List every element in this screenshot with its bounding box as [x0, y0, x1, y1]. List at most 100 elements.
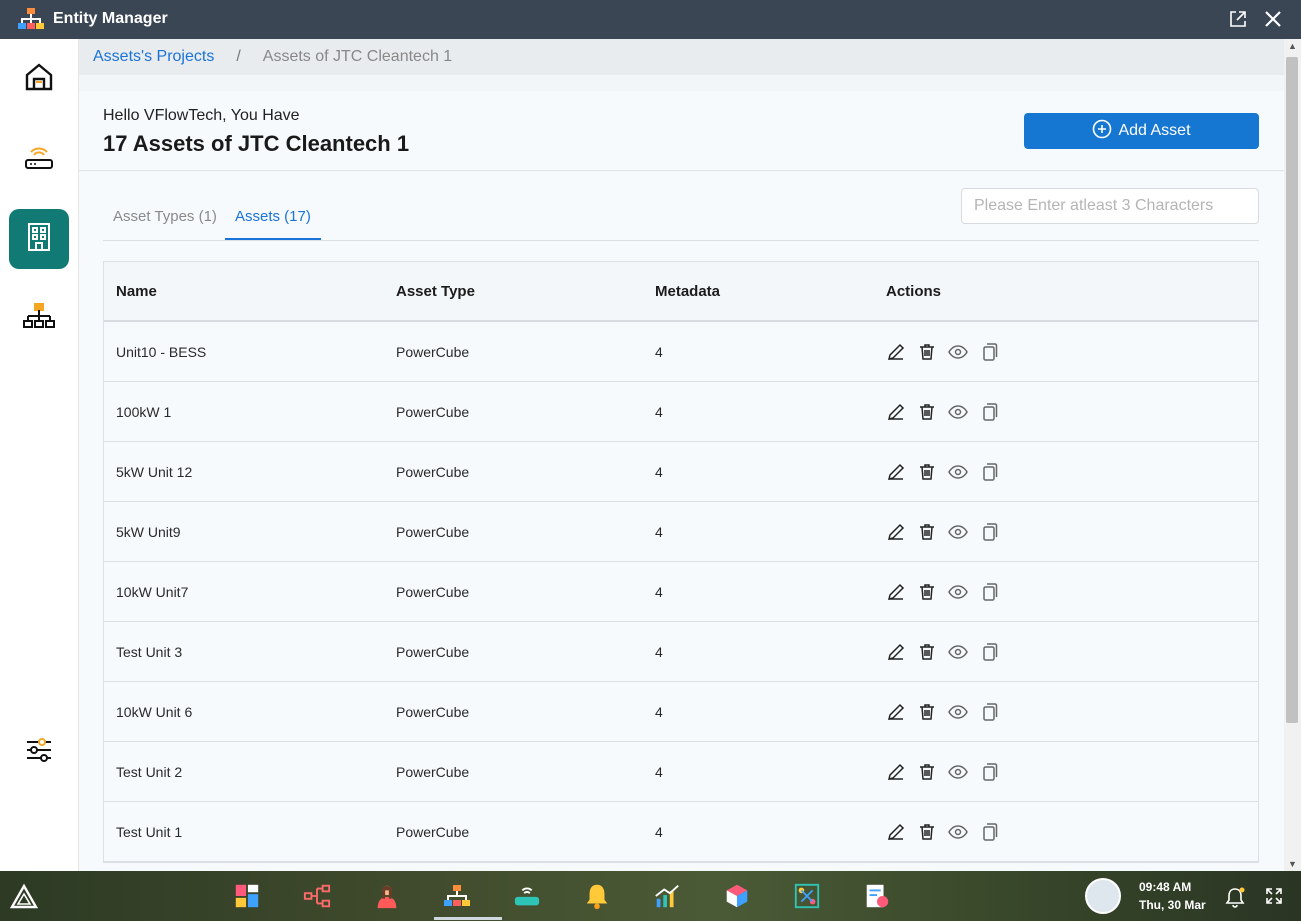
taskbar-date: Thu, 30 Mar [1139, 898, 1206, 912]
eye-icon[interactable] [948, 342, 968, 362]
eye-icon[interactable] [948, 762, 968, 782]
vertical-scrollbar[interactable]: ▲ ▼ [1284, 39, 1301, 871]
edit-icon[interactable] [886, 822, 906, 842]
assets-table: Name Asset Type Metadata Actions Unit10 … [103, 261, 1259, 863]
trash-icon[interactable] [917, 582, 937, 602]
cell-name: Test Unit 2 [116, 763, 183, 780]
copy-icon[interactable] [979, 522, 999, 542]
eye-icon[interactable] [948, 402, 968, 422]
edit-icon[interactable] [886, 342, 906, 362]
add-asset-label: Add Asset [1118, 122, 1191, 139]
eye-icon[interactable] [948, 642, 968, 662]
report-icon[interactable] [862, 881, 892, 911]
user-icon[interactable] [372, 881, 402, 911]
cell-name: Test Unit 3 [116, 643, 183, 660]
copy-icon[interactable] [979, 402, 999, 422]
table-row[interactable]: 10kW Unit 6 PowerCube 4 [104, 682, 1258, 742]
cube-icon[interactable] [722, 881, 752, 911]
eye-icon[interactable] [948, 702, 968, 722]
table-row[interactable]: Test Unit 1 PowerCube 4 [104, 802, 1258, 862]
trash-icon[interactable] [917, 522, 937, 542]
edit-icon[interactable] [886, 702, 906, 722]
add-asset-button[interactable]: Add Asset [1024, 113, 1259, 149]
trash-icon[interactable] [917, 822, 937, 842]
cell-name: Unit10 - BESS [116, 343, 207, 360]
notification-bell-icon[interactable] [1224, 886, 1246, 908]
search-input[interactable] [961, 188, 1259, 224]
cell-actions [886, 642, 999, 662]
scroll-down-icon[interactable]: ▼ [1288, 859, 1297, 869]
scroll-up-icon[interactable]: ▲ [1288, 41, 1297, 51]
page-title: 17 Assets of JTC Cleantech 1 [103, 131, 410, 156]
scroll-thumb[interactable] [1286, 57, 1298, 723]
sidebar-item-home[interactable] [9, 49, 69, 109]
sidebar-item-hierarchy[interactable] [9, 289, 69, 349]
copy-icon[interactable] [979, 762, 999, 782]
header-metadata[interactable]: Metadata [655, 283, 886, 300]
close-icon[interactable] [1263, 9, 1283, 29]
flow-icon[interactable] [302, 881, 332, 911]
device-icon[interactable] [512, 881, 542, 911]
cell-metadata: 4 [655, 343, 663, 360]
copy-icon[interactable] [979, 822, 999, 842]
greeting-text: Hello VFlowTech, You Have [103, 107, 300, 124]
alarm-icon[interactable] [582, 881, 612, 911]
header-name[interactable]: Name [104, 283, 396, 300]
home-icon [22, 60, 56, 99]
eye-icon[interactable] [948, 462, 968, 482]
trash-icon[interactable] [917, 702, 937, 722]
trash-icon[interactable] [917, 762, 937, 782]
table-row[interactable]: 5kW Unit9 PowerCube 4 [104, 502, 1258, 562]
table-row[interactable]: Test Unit 3 PowerCube 4 [104, 622, 1258, 682]
dashboard-icon[interactable] [232, 881, 262, 911]
copy-icon[interactable] [979, 462, 999, 482]
table-header: Name Asset Type Metadata Actions [104, 262, 1258, 322]
cell-name: 100kW 1 [116, 403, 172, 420]
trash-icon[interactable] [917, 462, 937, 482]
eye-icon[interactable] [948, 822, 968, 842]
copy-icon[interactable] [979, 702, 999, 722]
copy-icon[interactable] [979, 582, 999, 602]
network-icon[interactable] [792, 881, 822, 911]
cell-actions [886, 462, 999, 482]
cell-actions [886, 582, 999, 602]
edit-icon[interactable] [886, 582, 906, 602]
start-menu-icon[interactable] [9, 883, 39, 911]
fullscreen-icon[interactable] [1264, 886, 1284, 906]
building-icon [22, 220, 56, 259]
table-row[interactable]: 5kW Unit 12 PowerCube 4 [104, 442, 1258, 502]
cell-metadata: 4 [655, 583, 663, 600]
edit-icon[interactable] [886, 522, 906, 542]
eye-icon[interactable] [948, 582, 968, 602]
copy-icon[interactable] [979, 642, 999, 662]
tab-assets[interactable]: Assets (17) [225, 208, 321, 240]
table-row[interactable]: 10kW Unit7 PowerCube 4 [104, 562, 1258, 622]
settings-sliders-icon [22, 733, 56, 772]
analytics-icon[interactable] [652, 881, 682, 911]
cell-actions [886, 762, 999, 782]
plus-circle-icon [1092, 119, 1112, 144]
copy-icon[interactable] [979, 342, 999, 362]
entity-manager-taskbar-icon[interactable] [434, 881, 502, 920]
edit-icon[interactable] [886, 762, 906, 782]
edit-icon[interactable] [886, 462, 906, 482]
sidebar-item-assets[interactable] [9, 209, 69, 269]
table-row[interactable]: Test Unit 2 PowerCube 4 [104, 742, 1258, 802]
breadcrumb-projects-link[interactable]: Assets's Projects [93, 48, 214, 66]
avatar[interactable] [1085, 878, 1121, 914]
trash-icon[interactable] [917, 402, 937, 422]
edit-icon[interactable] [886, 642, 906, 662]
header-asset-type[interactable]: Asset Type [396, 283, 655, 300]
table-row[interactable]: Unit10 - BESS PowerCube 4 [104, 322, 1258, 382]
popout-icon[interactable] [1228, 9, 1248, 29]
cell-name: 5kW Unit9 [116, 523, 181, 540]
sidebar-item-settings[interactable] [9, 722, 69, 782]
tab-asset-types[interactable]: Asset Types (1) [103, 208, 227, 240]
cell-name: 10kW Unit 6 [116, 703, 193, 720]
sidebar-item-devices[interactable] [9, 129, 69, 189]
table-row[interactable]: 100kW 1 PowerCube 4 [104, 382, 1258, 442]
trash-icon[interactable] [917, 342, 937, 362]
eye-icon[interactable] [948, 522, 968, 542]
trash-icon[interactable] [917, 642, 937, 662]
edit-icon[interactable] [886, 402, 906, 422]
